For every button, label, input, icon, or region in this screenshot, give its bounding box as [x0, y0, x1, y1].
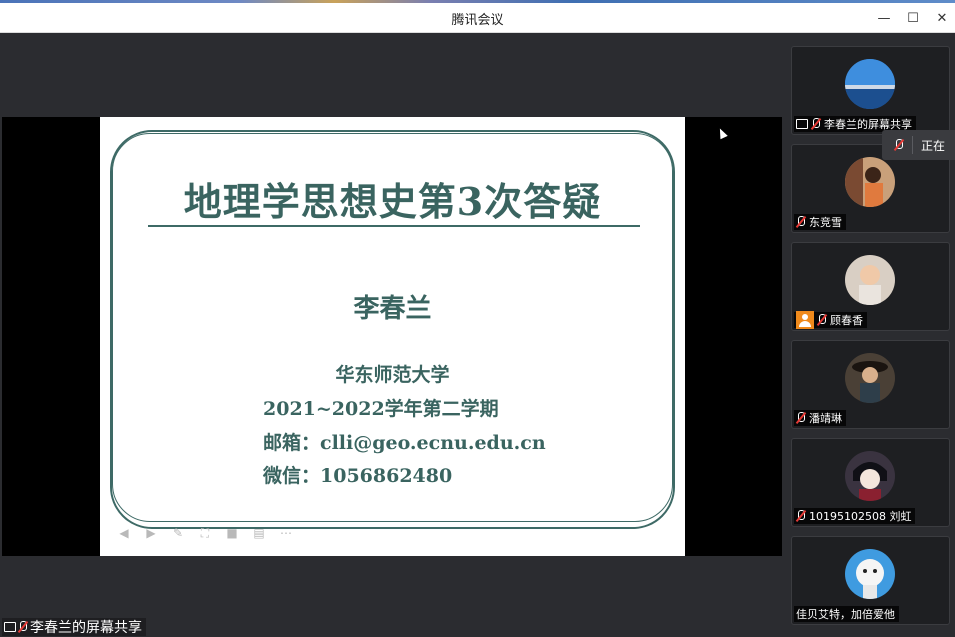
subtitle-icon[interactable]: ▤: [251, 525, 267, 541]
screen-share-label-text: 李春兰的屏幕共享: [30, 620, 142, 636]
popup-divider: [912, 136, 913, 154]
maximize-button[interactable]: ☐: [901, 7, 925, 29]
slide-term: 2021~2022学年第二学期: [263, 398, 499, 420]
avatar: [845, 255, 895, 305]
muted-mic-icon: [796, 412, 806, 424]
muted-mic-icon: [811, 118, 821, 130]
minimize-button[interactable]: —: [872, 7, 896, 29]
participant-panel: 李春兰的屏幕共享 东竞雪 顾春香 潘靖琳 10195102508 刘虹 佳贝艾特…: [782, 34, 955, 636]
shared-screen-area[interactable]: 地理学思想史第3次答疑 李春兰 华东师范大学 2021~2022学年第二学期 邮…: [2, 34, 782, 636]
avatar: [845, 549, 895, 599]
avatar: [845, 59, 895, 109]
muted-mic-icon: [894, 139, 904, 151]
participant-name: 顾春香: [830, 314, 863, 327]
slide-email: 邮箱：clli@geo.ecnu.edu.cn: [263, 432, 546, 454]
more-icon[interactable]: ⋯: [278, 525, 294, 541]
popup-text: 正在: [921, 138, 946, 153]
participant-nametag: 潘靖琳: [794, 410, 846, 426]
muted-mic-icon: [796, 216, 806, 228]
slide-author: 李春兰: [353, 294, 432, 324]
pen-icon[interactable]: ✎: [170, 525, 186, 541]
participant-tile[interactable]: 10195102508 刘虹: [791, 438, 950, 527]
muted-mic-icon: [817, 314, 827, 326]
avatar: [845, 353, 895, 403]
avatar: [845, 157, 895, 207]
participant-tile[interactable]: 顾春香: [791, 242, 950, 331]
presenter-toolbar: ◀ ▶ ✎ ⛶ ■ ▤ ⋯: [116, 525, 294, 541]
participant-nametag: 10195102508 刘虹: [794, 508, 916, 524]
slide-title: 地理学思想史第3次答疑: [183, 179, 602, 224]
participant-tile[interactable]: 李春兰的屏幕共享: [791, 46, 950, 135]
next-slide-icon[interactable]: ▶: [143, 525, 159, 541]
zoom-icon[interactable]: ⛶: [197, 525, 213, 541]
participant-name: 佳贝艾特，加倍爱他: [796, 608, 895, 621]
camera-icon[interactable]: ■: [224, 525, 240, 541]
muted-mic-icon: [18, 621, 28, 633]
screen-share-icon: [4, 622, 16, 632]
slide-school: 华东师范大学: [335, 364, 450, 386]
presentation-slide: 地理学思想史第3次答疑 李春兰 华东师范大学 2021~2022学年第二学期 邮…: [100, 117, 685, 556]
participant-name: 东竞雪: [809, 216, 842, 229]
participant-tile[interactable]: 佳贝艾特，加倍爱他: [791, 536, 950, 625]
screen-share-icon: [796, 119, 808, 129]
participant-nametag: 东竞雪: [794, 214, 846, 230]
screen-share-label: 李春兰的屏幕共享: [2, 618, 146, 636]
slide-wechat: 微信：1056862480: [263, 465, 453, 487]
window-title: 腾讯会议: [451, 13, 504, 28]
user-icon: [796, 311, 814, 329]
avatar: [845, 451, 895, 501]
muted-mic-icon: [796, 510, 806, 522]
participant-name: 10195102508 刘虹: [809, 510, 912, 523]
title-bar: 腾讯会议 — ☐ ✕: [0, 3, 955, 33]
slide-title-rule: [148, 225, 640, 227]
previous-slide-icon[interactable]: ◀: [116, 525, 132, 541]
participant-nametag: 顾春香: [794, 311, 867, 329]
participant-name: 潘靖琳: [809, 412, 842, 425]
participant-nametag: 佳贝艾特，加倍爱他: [794, 606, 899, 622]
close-button[interactable]: ✕: [930, 7, 954, 29]
status-popup[interactable]: 正在: [882, 130, 955, 160]
participant-tile[interactable]: 潘靖琳: [791, 340, 950, 429]
